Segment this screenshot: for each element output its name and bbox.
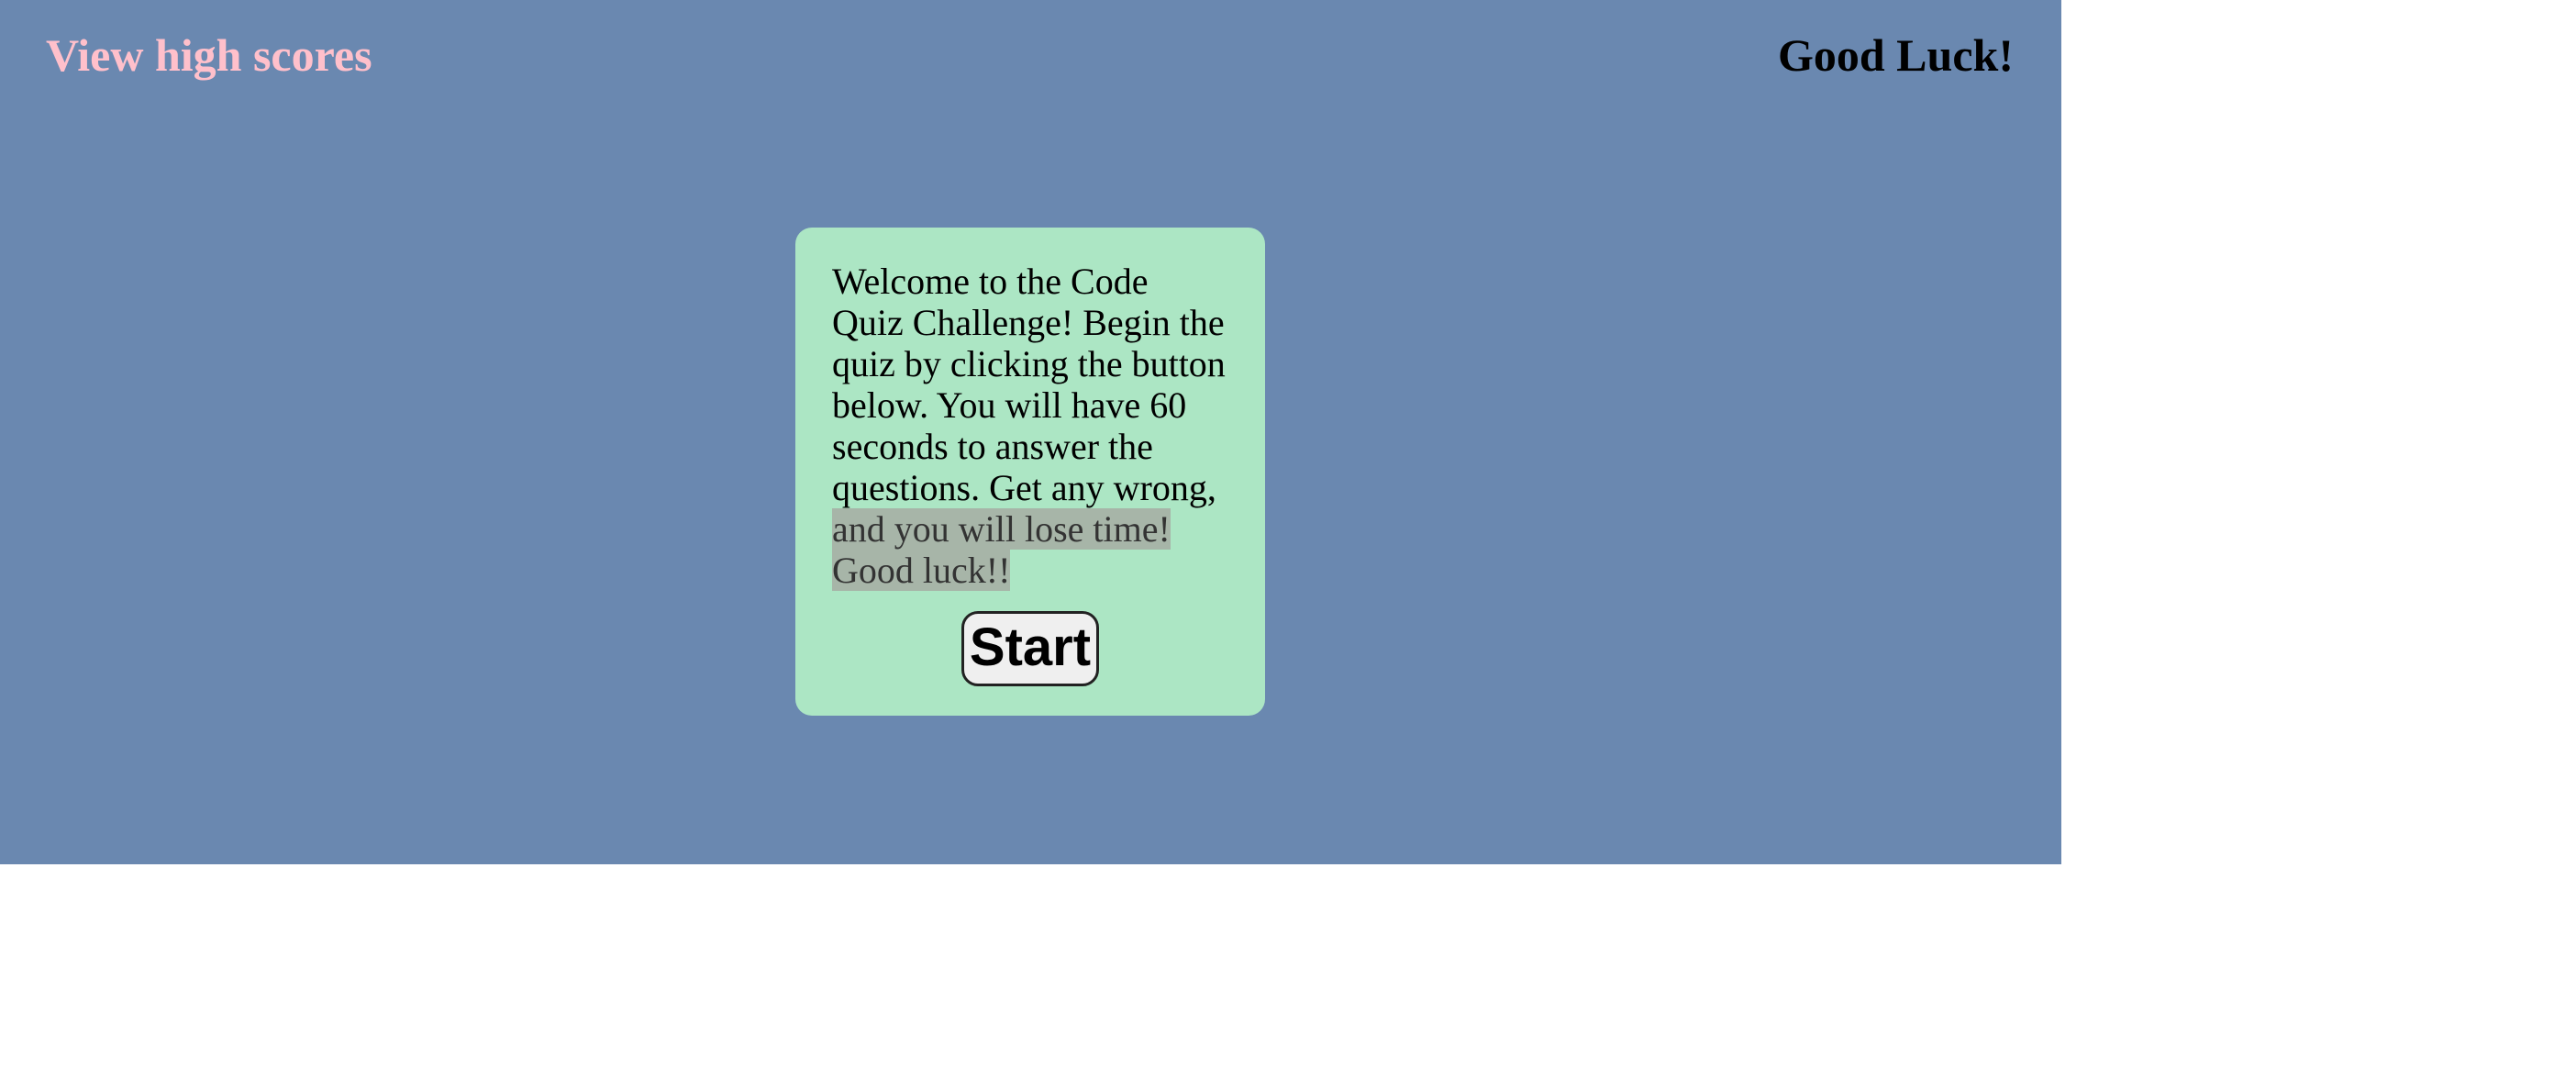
intro-text: Welcome to the Code Quiz Challenge! Begi… bbox=[832, 261, 1228, 591]
intro-card: Welcome to the Code Quiz Challenge! Begi… bbox=[795, 228, 1265, 716]
timer-display: Good Luck! bbox=[1777, 29, 2014, 81]
quiz-app: View high scores Good Luck! Welcome to t… bbox=[0, 0, 2061, 864]
start-button[interactable]: Start bbox=[960, 611, 1100, 686]
intro-text-selected: and you will lose time! Good luck!! bbox=[832, 508, 1171, 591]
start-button-container: Start bbox=[832, 611, 1228, 686]
view-high-scores-link[interactable]: View high scores bbox=[46, 26, 372, 84]
intro-text-main: Welcome to the Code Quiz Challenge! Begi… bbox=[832, 261, 1226, 508]
